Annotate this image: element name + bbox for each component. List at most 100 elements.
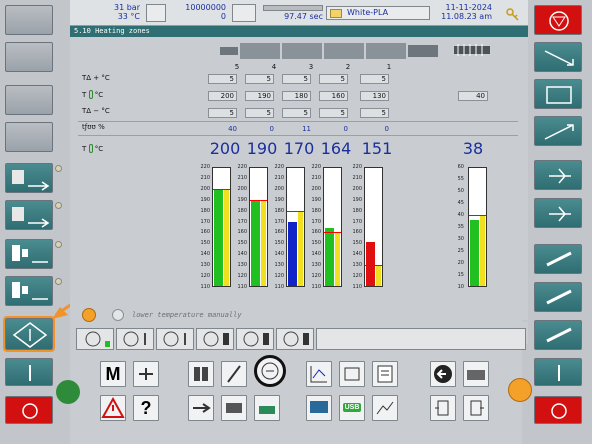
- heating-mode-button[interactable]: [196, 328, 234, 350]
- temperature-bar-fill: [470, 219, 479, 286]
- plus-tolerance-input[interactable]: 5: [282, 74, 311, 84]
- axis-tick-label: 120: [311, 273, 321, 280]
- page-left-button[interactable]: [430, 395, 456, 421]
- axis-tick-label: 130: [352, 262, 362, 269]
- nozzle-forward-button[interactable]: [5, 200, 53, 230]
- temperature-bar-fill: [214, 189, 223, 286]
- printer-button[interactable]: [463, 361, 489, 387]
- start-button[interactable]: [5, 358, 53, 386]
- robot-settings-button[interactable]: [254, 395, 280, 421]
- heating-mode-button[interactable]: [236, 328, 274, 350]
- minus-tolerance-input[interactable]: 5: [208, 108, 237, 118]
- nozzle-back-button[interactable]: [5, 163, 53, 193]
- axis-tick-label: 150: [274, 240, 284, 247]
- temperature-probe-button[interactable]: [221, 361, 247, 387]
- conveyor-button[interactable]: [534, 116, 582, 146]
- axis-tick-label: 160: [274, 229, 284, 236]
- mold-open-button[interactable]: [5, 5, 53, 35]
- axis-tick-label: 120: [352, 273, 362, 280]
- axis-tick-label: 40: [457, 212, 464, 218]
- setpoint-input[interactable]: 160: [319, 91, 348, 101]
- axis-tick-label: 210: [352, 174, 362, 181]
- counter-bottom: 0: [220, 12, 226, 21]
- zone-number: 2: [345, 63, 351, 71]
- zone-number: 5: [234, 63, 240, 71]
- page-right-button[interactable]: [463, 395, 489, 421]
- heating-mode-button[interactable]: [156, 328, 194, 350]
- setpoint-input[interactable]: 190: [245, 91, 274, 101]
- axis-tick-label: 110: [352, 284, 362, 290]
- plus-tolerance-input[interactable]: 5: [245, 74, 274, 84]
- setpoint-label: T °C: [82, 90, 104, 99]
- emergency-stop-button[interactable]: [534, 5, 582, 35]
- axis-tick-label: 130: [200, 262, 210, 269]
- power-value: 0: [384, 125, 389, 133]
- heating-mode-button[interactable]: [116, 328, 154, 350]
- ejector-back-button[interactable]: [5, 122, 53, 152]
- ejector-forward-button[interactable]: [5, 85, 53, 115]
- setpoint-input[interactable]: 180: [282, 91, 311, 101]
- clamp-unit-button[interactable]: [221, 395, 247, 421]
- core-in-button[interactable]: [5, 239, 53, 269]
- minus-tolerance-input[interactable]: 5: [360, 108, 389, 118]
- plus-tolerance-input[interactable]: 5: [360, 74, 389, 84]
- robot-button[interactable]: [534, 42, 582, 72]
- monitor-button[interactable]: [306, 395, 332, 421]
- help-button[interactable]: ?: [133, 395, 159, 421]
- injection-unit-button[interactable]: [188, 395, 214, 421]
- mode-icon: [146, 4, 166, 22]
- hmi-screen: 31 bar 33 °C 10000000 0 97.47 sec White-…: [0, 0, 592, 444]
- sequence-button[interactable]: [339, 361, 365, 387]
- back-button[interactable]: [430, 361, 456, 387]
- axis-tick-label: 150: [237, 240, 247, 247]
- tolerance-band: [480, 215, 485, 286]
- manual-mode-button[interactable]: M: [100, 361, 126, 387]
- screw-back-button[interactable]: [534, 282, 582, 312]
- cycle-button[interactable]: [534, 79, 582, 109]
- setup-mode-icon[interactable]: [133, 361, 159, 387]
- heating-mode-button[interactable]: [76, 328, 114, 350]
- setpoint-input[interactable]: 200: [208, 91, 237, 101]
- alarm-button[interactable]: [100, 395, 126, 421]
- screw-forward-button[interactable]: [534, 244, 582, 274]
- minus-tolerance-input[interactable]: 5: [319, 108, 348, 118]
- axis-tick-label: 190: [274, 196, 284, 203]
- heating-screen-button[interactable]: [254, 355, 286, 387]
- actual-temperature-label: T °C: [82, 144, 104, 153]
- motor-on-button[interactable]: [534, 358, 582, 386]
- usb-button[interactable]: USB: [339, 395, 365, 421]
- right-side-panel: [522, 0, 592, 444]
- mold-view-button[interactable]: [188, 361, 214, 387]
- axis-tick-label: 25: [457, 248, 464, 254]
- minus-tolerance-input[interactable]: 5: [245, 108, 274, 118]
- minus-tolerance-input[interactable]: 5: [282, 108, 311, 118]
- mold-close-button[interactable]: [5, 42, 53, 72]
- axis-tick-label: 130: [274, 262, 284, 269]
- stop-button[interactable]: [5, 396, 53, 424]
- axis-tick-label: 160: [200, 229, 210, 236]
- setpoint-input[interactable]: 130: [360, 91, 389, 101]
- axis-tick-label: 50: [457, 188, 464, 194]
- axis-tick-label: 220: [274, 164, 284, 170]
- key-icon[interactable]: [506, 6, 520, 21]
- notes-button[interactable]: [372, 361, 398, 387]
- core-out-button[interactable]: [5, 276, 53, 306]
- motor-off-button[interactable]: [534, 396, 582, 424]
- plus-tolerance-label: TΔ + °C: [82, 74, 110, 82]
- axis-tick-label: 160: [311, 229, 321, 236]
- dosing-button[interactable]: [534, 320, 582, 350]
- mold-heater-icon: [454, 44, 490, 56]
- injection-back-button[interactable]: [534, 198, 582, 228]
- temperature-bar-fill: [251, 200, 260, 286]
- graph-button[interactable]: [306, 361, 332, 387]
- heating-button[interactable]: [3, 316, 55, 352]
- temperature-value: 33 °C: [117, 12, 140, 21]
- plus-tolerance-input[interactable]: 5: [319, 74, 348, 84]
- page-title: 5.10 Heating zones: [70, 26, 528, 37]
- mold-setpoint-input[interactable]: 40: [458, 91, 488, 101]
- status-lamp: [55, 165, 62, 172]
- injection-forward-button[interactable]: [534, 160, 582, 190]
- chart-button[interactable]: [372, 395, 398, 421]
- plus-tolerance-input[interactable]: 5: [208, 74, 237, 84]
- heating-mode-button[interactable]: [276, 328, 314, 350]
